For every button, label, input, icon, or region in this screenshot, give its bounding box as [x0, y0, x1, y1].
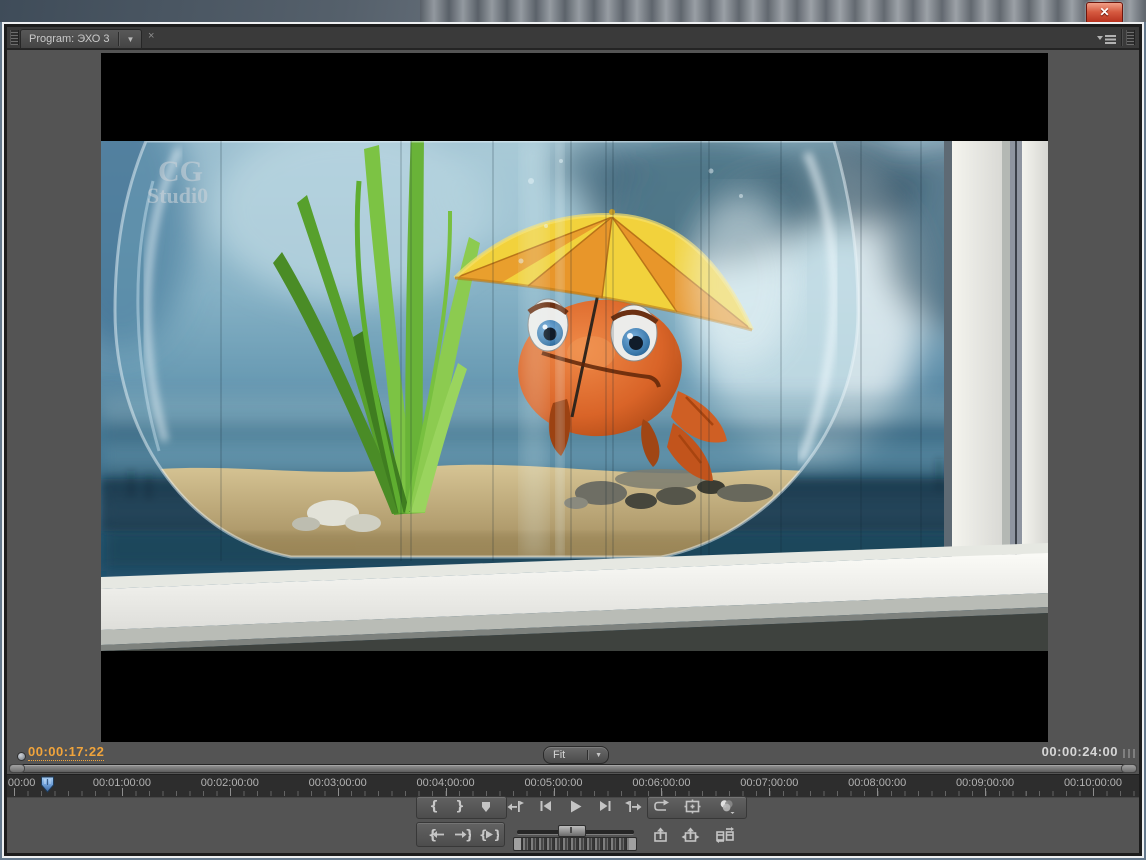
previous-marker-icon [507, 799, 524, 814]
step-forward-icon [598, 799, 613, 813]
play-button[interactable] [564, 797, 586, 815]
tab-program[interactable]: Program: ЭХО 3 ▼ [20, 29, 142, 49]
scrollbar-handle-left[interactable] [9, 764, 25, 773]
step-forward-button[interactable] [594, 797, 616, 815]
extract-icon [681, 827, 700, 843]
set-in-icon: { [429, 800, 438, 813]
blinds-texture [420, 0, 1146, 22]
panel-gripper-left[interactable] [10, 30, 19, 45]
tab-bar-separator [1121, 29, 1123, 46]
video-display-area: CG Studi0 [101, 53, 1048, 742]
screen: { "desktop": { "window_close_glyph": "✕"… [0, 0, 1146, 860]
trim-button[interactable] [714, 826, 736, 844]
close-icon: ✕ [1099, 5, 1109, 19]
ruler-major-tick [1093, 788, 1094, 796]
scrollbar-thumb[interactable] [10, 765, 1136, 772]
chevron-down-icon: ▼ [589, 752, 608, 759]
step-back-button[interactable] [534, 797, 556, 815]
go-to-in-point-button[interactable]: { [425, 825, 447, 843]
current-timecode[interactable]: 00:00:17:22 [28, 744, 104, 761]
lift-button[interactable] [649, 826, 671, 844]
ruler-minor-ticks [7, 791, 1139, 796]
safe-margins-button[interactable] [681, 797, 703, 815]
go-to-out-icon: } [454, 827, 471, 842]
ruler-major-tick [230, 788, 231, 796]
window-frame-light: Program: ЭХО 3 ▼ × [2, 22, 1144, 858]
tab-divider [118, 32, 120, 46]
tab-label: Program: ЭХО 3 [29, 33, 110, 45]
play-in-to-out-button[interactable]: { } [478, 825, 500, 843]
view-zoom-scrollbar[interactable] [9, 764, 1137, 773]
go-to-next-marker-button[interactable] [622, 797, 644, 815]
duration-grip-icon [1123, 749, 1135, 758]
ruler-major-tick [769, 788, 770, 796]
play-icon [568, 799, 583, 814]
svg-text:}: } [494, 828, 500, 842]
svg-text:Studi0: Studi0 [147, 183, 208, 208]
step-back-icon [538, 799, 553, 813]
ruler-major-tick [877, 788, 878, 796]
svg-text:}: } [465, 828, 471, 842]
tab-bar: Program: ЭХО 3 ▼ × [7, 27, 1139, 50]
chevron-down-icon[interactable]: ▼ [124, 35, 138, 44]
jog-wheel[interactable] [513, 837, 637, 851]
go-to-previous-marker-button[interactable] [504, 797, 526, 815]
set-out-point-button[interactable]: } [449, 797, 471, 815]
timeline-ruler[interactable]: 00:00:0000:01:00:0000:02:00:0000:03:00:0… [7, 774, 1139, 798]
shuttle-slider-handle[interactable] [558, 825, 586, 837]
monitor-window: Program: ЭХО 3 ▼ × [0, 22, 1146, 860]
video-frame: CG Studi0 [101, 141, 1048, 651]
marker-icon [478, 799, 494, 814]
safe-margins-icon [684, 799, 701, 814]
ruler-major-tick [661, 788, 662, 796]
tab-close-icon[interactable]: × [148, 31, 154, 42]
timecode-marker-dot [17, 752, 26, 761]
set-in-point-button[interactable]: { [423, 797, 445, 815]
scrollbar-handle-right[interactable] [1121, 764, 1137, 773]
duration-timecode: 00:00:24:00 [938, 744, 1118, 759]
ruler-major-tick [338, 788, 339, 796]
set-marker-button[interactable] [475, 797, 497, 815]
set-out-icon: } [455, 800, 464, 813]
fit-dropdown-value: Fit [544, 749, 587, 761]
loop-button[interactable] [650, 797, 672, 815]
panel-menu-icon[interactable] [1097, 32, 1117, 44]
go-to-out-point-button[interactable]: } [451, 825, 473, 843]
fit-dropdown[interactable]: Fit ▼ [543, 746, 609, 764]
output-button[interactable] [715, 797, 737, 815]
ruler-major-tick [985, 788, 986, 796]
loop-icon [653, 799, 670, 814]
ruler-major-tick [122, 788, 123, 796]
window-close-button[interactable]: ✕ [1086, 2, 1123, 24]
program-monitor-panel: Program: ЭХО 3 ▼ × [7, 27, 1139, 853]
window-frame-dark: Program: ЭХО 3 ▼ × [4, 24, 1142, 856]
ruler-major-tick [554, 788, 555, 796]
playhead[interactable] [40, 776, 55, 793]
flyout-menu-icon [1097, 33, 1117, 45]
output-icon [718, 798, 735, 814]
ruler-label: 00:00:00 [7, 777, 35, 789]
panel-gripper-right[interactable] [1126, 30, 1135, 45]
go-to-in-icon: { [428, 827, 445, 842]
play-in-to-out-icon: { } [479, 827, 499, 842]
desktop-background [0, 0, 1146, 22]
ruler-major-tick [14, 788, 15, 796]
lift-icon [652, 827, 669, 843]
window-frame-right [944, 141, 1048, 573]
trim-icon [716, 827, 734, 843]
extract-button[interactable] [679, 826, 701, 844]
ruler-major-tick [446, 788, 447, 796]
next-marker-icon [625, 799, 642, 814]
